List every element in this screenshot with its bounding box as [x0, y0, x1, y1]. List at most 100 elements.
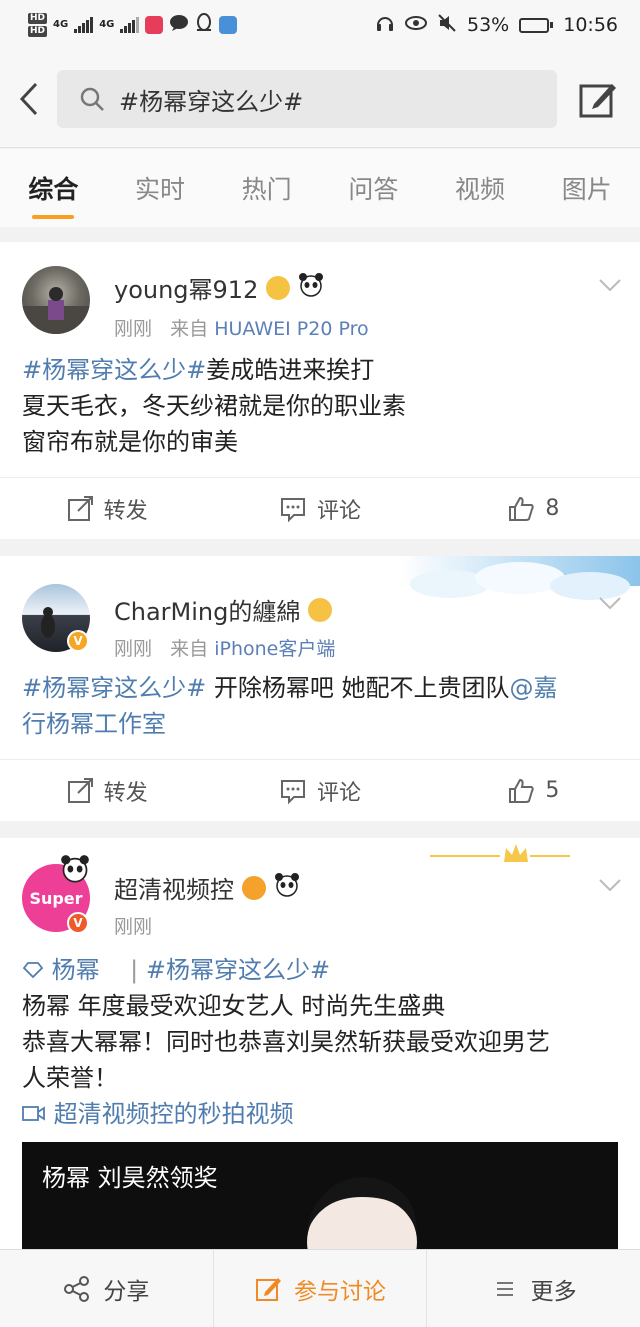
discuss-button[interactable]: 参与讨论: [212, 1250, 428, 1327]
post-card: young幂912 刚刚 来自 HUAWEI P20 Pro #杨幂穿这么少#姜…: [0, 242, 640, 539]
status-bar: HD HD 4G 4G 53% 10:56: [0, 0, 640, 50]
battery-percent: 53%: [467, 14, 510, 36]
post-actions: 转发 评论 8: [0, 477, 640, 539]
topic-tag[interactable]: #杨幂穿这么少#: [22, 674, 206, 702]
post-meta: 刚刚 来自 HUAWEI P20 Pro: [114, 314, 369, 341]
repost-button[interactable]: 转发: [0, 760, 213, 821]
username-row: 超清视频控: [114, 870, 300, 905]
network-label-2: 4G: [99, 19, 115, 30]
super-topic-name: 杨幂: [51, 956, 100, 984]
tab-overall[interactable]: 综合: [0, 149, 107, 227]
comment-label: 评论: [316, 498, 361, 524]
username-row: CharMing的纏綿: [114, 592, 333, 627]
video-link[interactable]: 超清视频控的秒拍视频: [22, 1096, 618, 1132]
share-label: 分享: [103, 1278, 150, 1305]
source-prefix: 来自: [170, 318, 209, 340]
comment-button[interactable]: 评论: [213, 478, 426, 539]
verified-badge-icon: V: [67, 630, 89, 652]
more-button[interactable]: 更多: [427, 1250, 640, 1327]
username-row: young幂912: [114, 270, 324, 305]
post-text: #杨幂穿这么少#姜成皓进来挨打 夏天毛衣，冬天纱裙就是你的职业素 窗帘布就是你的…: [22, 352, 618, 460]
video-player[interactable]: 杨幂 刘昊然领奖: [22, 1142, 618, 1252]
like-button[interactable]: 8: [427, 478, 640, 539]
headset-icon: [375, 13, 395, 38]
status-bar-right: 53% 10:56: [375, 13, 618, 38]
bottom-action-bar: 分享 参与讨论 更多: [0, 1249, 640, 1327]
tab-realtime[interactable]: 实时: [107, 149, 214, 227]
more-label: 更多: [530, 1278, 577, 1305]
username[interactable]: 超清视频控: [114, 870, 234, 905]
chevron-down-icon[interactable]: [598, 278, 622, 292]
shield-app-icon: [219, 16, 238, 34]
source-device[interactable]: iPhone客户端: [214, 638, 335, 660]
separator: |: [130, 956, 139, 984]
chevron-down-icon[interactable]: [598, 596, 622, 610]
signal-icon-2: [120, 17, 140, 33]
like-button[interactable]: 5: [427, 760, 640, 821]
search-query: #杨幂穿这么少#: [119, 87, 304, 116]
like-count: 8: [545, 496, 560, 521]
panda-icon: [60, 854, 90, 888]
topic-tag[interactable]: #杨幂穿这么少#: [146, 956, 330, 984]
back-icon[interactable]: [14, 80, 44, 118]
comment-icon: [280, 779, 305, 804]
comment-label: 评论: [316, 780, 361, 806]
menu-icon: [496, 1281, 513, 1296]
vip-badge-icon: [242, 875, 266, 900]
text-line: 杨幂 年度最受欢迎女艺人 时尚先生盛典: [22, 992, 446, 1020]
comment-button[interactable]: 评论: [213, 760, 426, 821]
hd1-label: HD: [28, 13, 48, 24]
avatar[interactable]: [22, 266, 90, 334]
username[interactable]: young幂912: [114, 270, 258, 305]
discuss-label: 参与讨论: [294, 1278, 386, 1305]
mention-link[interactable]: 行杨幂工作室: [22, 706, 618, 742]
source-prefix: 来自: [170, 638, 209, 660]
search-header: #杨幂穿这么少#: [0, 50, 640, 148]
avatar-text: Super: [29, 888, 83, 908]
repost-icon: [67, 777, 93, 803]
text-line: 开除杨幂吧 她配不上贵团队: [206, 674, 510, 702]
post-meta: 刚刚 来自 iPhone客户端: [114, 634, 335, 661]
tab-images[interactable]: 图片: [533, 149, 640, 227]
topic-tag[interactable]: #杨幂穿这么少#: [22, 356, 206, 384]
diamond-icon: [22, 962, 44, 979]
post-time: 刚刚: [114, 638, 153, 660]
signal-icon: [74, 17, 94, 33]
verified-badge-icon: V: [67, 912, 89, 934]
repost-label: 转发: [103, 780, 148, 806]
video-icon: [22, 1106, 45, 1121]
panda-icon: [274, 872, 300, 904]
post-time: 刚刚: [114, 318, 153, 340]
tab-hot[interactable]: 热门: [213, 149, 320, 227]
post-text: 杨幂 | #杨幂穿这么少# 杨幂 年度最受欢迎女艺人 时尚先生盛典 恭喜大幂幂！…: [22, 952, 618, 1132]
like-count: 5: [545, 778, 560, 803]
text-line: 窗帘布就是你的审美: [22, 428, 238, 456]
clock: 10:56: [563, 14, 618, 36]
repost-label: 转发: [103, 498, 148, 524]
compose-icon[interactable]: [578, 80, 618, 120]
post-text: #杨幂穿这么少# 开除杨幂吧 她配不上贵团队@嘉 行杨幂工作室: [22, 670, 618, 742]
qq-icon: [195, 12, 213, 38]
post-card: V CharMing的纏綿 刚刚 来自 iPhone客户端 #杨幂穿这么少# 开…: [0, 556, 640, 821]
tab-bar: 综合 实时 热门 问答 视频 图片: [0, 149, 640, 227]
repost-button[interactable]: 转发: [0, 478, 213, 539]
search-input[interactable]: #杨幂穿这么少#: [57, 70, 557, 128]
share-icon: [64, 1275, 90, 1302]
super-topic-link[interactable]: 杨幂: [22, 956, 107, 984]
mention-link[interactable]: @嘉: [509, 674, 557, 702]
share-button[interactable]: 分享: [0, 1250, 213, 1327]
username[interactable]: CharMing的纏綿: [114, 592, 300, 627]
fan-badge-icon: [266, 275, 291, 300]
cloud-decoration: [400, 556, 640, 600]
eye-icon: [405, 14, 427, 36]
source-device[interactable]: HUAWEI P20 Pro: [214, 318, 368, 340]
tab-qa[interactable]: 问答: [320, 149, 427, 227]
repost-icon: [67, 495, 93, 521]
thumbs-up-icon: [509, 496, 534, 521]
chevron-down-icon[interactable]: [598, 878, 622, 892]
video-link-text: 超清视频控的秒拍视频: [53, 1100, 294, 1128]
hd2-label: HD: [28, 26, 48, 37]
crown-decoration: [430, 844, 570, 862]
text-line: 夏天毛衣，冬天纱裙就是你的职业素: [22, 392, 406, 420]
tab-video[interactable]: 视频: [427, 149, 534, 227]
